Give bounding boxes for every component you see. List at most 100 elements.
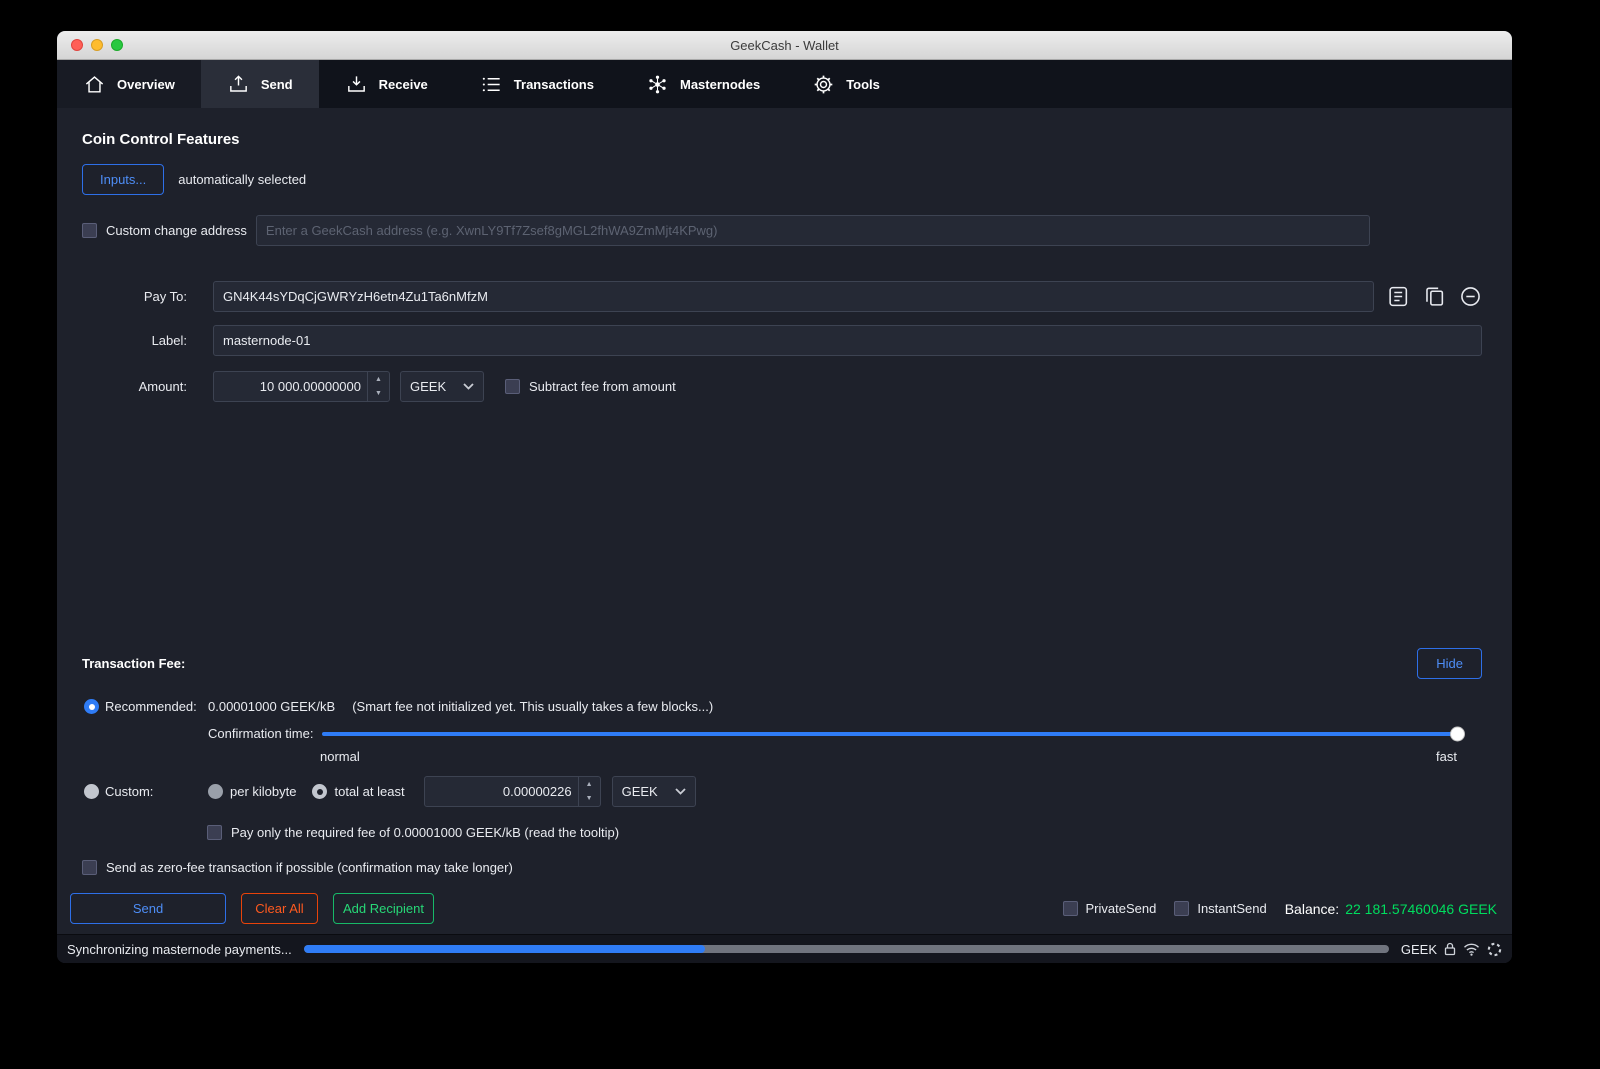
per-kilobyte-option: per kilobyte [208,784,296,799]
amount-input[interactable] [213,371,390,402]
total-at-least-label: total at least [334,784,405,799]
receive-icon [347,75,365,92]
titlebar: GeekCash - Wallet [57,31,1512,60]
custom-radio-group: Custom: [82,784,208,799]
custom-change-checkbox[interactable] [82,223,97,238]
clear-all-button[interactable]: Clear All [241,893,318,924]
pay-to-row: Pay To: [82,281,1482,312]
network-label: GEEK [1400,941,1437,957]
add-recipient-button[interactable]: Add Recipient [333,893,434,924]
recommended-label: Recommended: [105,699,197,714]
subtract-fee-label: Subtract fee from amount [529,379,676,394]
status-icons: GEEK [1401,942,1502,957]
home-icon [85,75,104,93]
send-icon [229,74,247,92]
custom-fee-spinbox: ▲ ▼ [423,776,601,807]
smart-fee-note: (Smart fee not initialized yet. This usu… [352,699,714,714]
label-input[interactable] [213,325,1482,356]
sync-status-message: Synchronizing masternode payments... [67,941,292,957]
status-bar: Synchronizing masternode payments... GEE… [57,934,1512,963]
spin-up-icon[interactable]: ▲ [368,372,389,387]
pay-to-input[interactable] [213,281,1374,312]
custom-fee-label: Custom: [105,784,154,799]
tab-label: Transactions [513,76,594,92]
coin-control-inputs-row: Inputs... automatically selected [82,164,1482,195]
sync-progress-fill [303,945,706,953]
confirmation-time-slider[interactable] [322,726,1465,741]
slider-normal-label: normal [320,749,360,764]
per-kilobyte-label: per kilobyte [230,784,297,799]
subtract-fee-checkbox[interactable] [505,379,520,394]
amount-label: Amount: [138,379,187,394]
tab-tools[interactable]: Tools [786,60,906,108]
tab-label: Masternodes [679,76,761,92]
confirmation-time-row: Confirmation time: [82,726,1482,741]
instantsend-checkbox[interactable] [1174,901,1190,916]
paste-icon [1426,287,1444,306]
chevron-down-icon [674,788,686,795]
recommended-radio[interactable] [84,699,99,714]
zero-fee-checkbox[interactable] [82,860,97,875]
tab-masternodes[interactable]: Masternodes [620,60,786,108]
auto-selected-text: automatically selected [178,172,307,187]
tab-receive[interactable]: Receive [319,60,454,108]
fee-heading: Transaction Fee: [82,656,186,671]
masternodes-icon [649,75,666,93]
custom-fee-row: Custom: per kilobyte total at least ▲ ▼ … [82,776,1482,807]
spin-down-icon[interactable]: ▼ [579,792,600,807]
spin-up-icon[interactable]: ▲ [579,777,600,792]
recommended-fee-row: Recommended: 0.00001000 GEEK/kB (Smart f… [82,699,1482,714]
tab-label: Tools [846,76,880,92]
inputs-button[interactable]: Inputs... [82,164,165,195]
coin-control-heading: Coin Control Features [82,131,240,148]
connections-icon [1464,943,1479,956]
amount-currency-select[interactable]: GEEK [400,371,484,402]
spin-down-icon[interactable]: ▼ [368,387,389,402]
tab-label: Overview [117,76,175,92]
custom-change-row: Custom change address [82,215,1482,246]
app-window: GeekCash - Wallet Overview Send Receive [57,31,1512,963]
custom-change-address-input[interactable] [255,215,1370,246]
per-kilobyte-radio[interactable] [208,784,223,799]
address-book-button[interactable] [1387,285,1410,308]
hide-fee-button[interactable]: Hide [1417,648,1482,679]
address-book-icon [1389,286,1408,307]
balance-value: 22 181.57460046 GEEK [1345,900,1497,917]
custom-fee-currency-select[interactable]: GEEK [611,776,696,807]
actions-row: Send Clear All Add Recipient PrivateSend… [70,893,1497,924]
custom-fee-radio[interactable] [84,784,99,799]
close-button[interactable] [71,39,83,51]
send-page: Coin Control Features Inputs... automati… [57,108,1512,934]
send-options: PrivateSend InstantSend Balance: 22 181.… [1062,900,1497,917]
window-title: GeekCash - Wallet [730,37,839,53]
tab-overview[interactable]: Overview [57,60,201,108]
tab-transactions[interactable]: Transactions [454,60,620,108]
currency-value: GEEK [410,379,447,394]
sync-spinner-icon [1487,942,1502,956]
send-button[interactable]: Send [70,893,226,924]
amount-spinner: ▲ ▼ [367,372,389,401]
pay-required-fee-row: Pay only the required fee of 0.00001000 … [207,825,1482,840]
traffic-lights [71,39,123,51]
hd-wallet-icon [1444,942,1456,956]
tab-send[interactable]: Send [200,60,319,108]
paste-address-button[interactable] [1423,285,1446,308]
tab-label: Send [260,76,293,92]
fee-header: Transaction Fee: Hide [82,648,1482,679]
custom-change-label: Custom change address [106,223,247,238]
zoom-button[interactable] [111,39,123,51]
remove-recipient-button[interactable] [1459,285,1482,308]
privatesend-checkbox[interactable] [1062,901,1078,916]
amount-spinbox: ▲ ▼ [213,371,390,402]
pay-required-fee-checkbox[interactable] [207,825,222,840]
instantsend-label: InstantSend [1197,901,1267,916]
slider-thumb[interactable] [1450,726,1465,741]
total-at-least-radio[interactable] [312,784,328,799]
privatesend-label: PrivateSend [1085,901,1157,916]
minimize-button[interactable] [91,39,103,51]
amount-row: Amount: ▲ ▼ GEEK Subtract fee from amoun… [82,371,1482,402]
pay-required-fee-label: Pay only the required fee of 0.00001000 … [231,825,620,840]
custom-fee-input[interactable] [423,776,601,807]
slider-fast-label: fast [1436,749,1457,764]
